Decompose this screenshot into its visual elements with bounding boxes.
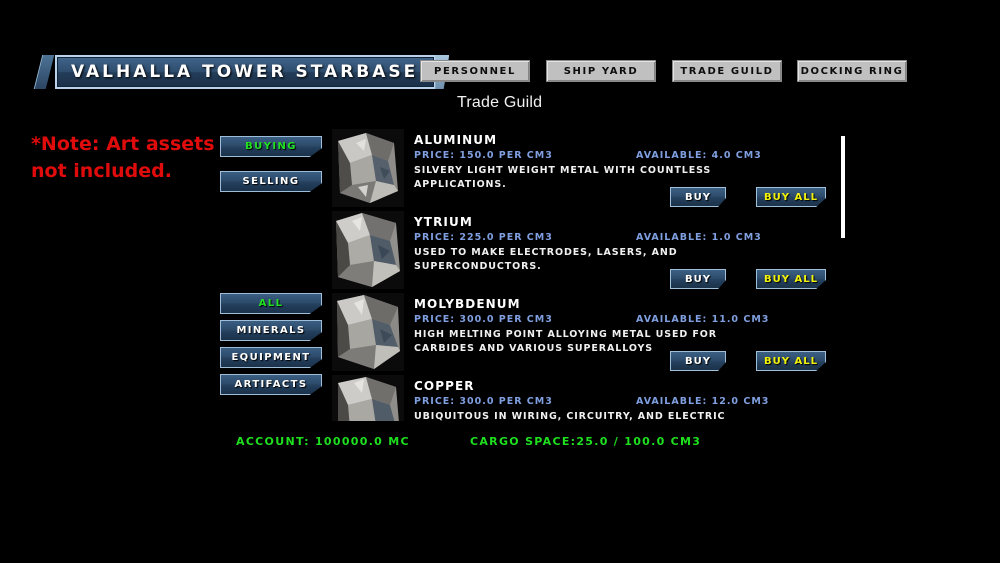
category-label-equipment: EQUIPMENT: [231, 352, 311, 363]
item-available: AVAILABLE: 4.0 CM3: [636, 150, 762, 161]
nav-button-ship-yard[interactable]: SHIP YARD: [546, 60, 656, 82]
trade-item-list[interactable]: ALUMINUM PRICE: 150.0 PER CM3 AVAILABLE:…: [332, 129, 832, 421]
trade-item-row[interactable]: ALUMINUM PRICE: 150.0 PER CM3 AVAILABLE:…: [332, 129, 832, 211]
trade-item-body: MOLYBDENUM PRICE: 300.0 PER CM3 AVAILABL…: [404, 293, 832, 375]
item-price: PRICE: 300.0 PER CM3: [414, 396, 553, 407]
mineral-rock-thumbnail: [332, 211, 404, 289]
nav-button-trade-guild[interactable]: TRADE GUILD: [672, 60, 782, 82]
nav-button-docking-ring[interactable]: DOCKING RING: [797, 60, 907, 82]
trade-item-body: ALUMINUM PRICE: 150.0 PER CM3 AVAILABLE:…: [404, 129, 832, 211]
trade-item-row[interactable]: MOLYBDENUM PRICE: 300.0 PER CM3 AVAILABL…: [332, 293, 832, 375]
trade-item-row[interactable]: COPPER PRICE: 300.0 PER CM3 AVAILABLE: 1…: [332, 375, 832, 421]
mineral-rock-thumbnail: [332, 129, 404, 207]
mode-label-selling: SELLING: [242, 176, 300, 187]
trade-item-body: COPPER PRICE: 300.0 PER CM3 AVAILABLE: 1…: [404, 375, 832, 421]
buy-button[interactable]: BUY: [670, 351, 726, 371]
cargo-space-status: CARGO SPACE:25.0 / 100.0 CM3: [470, 435, 702, 448]
nav-label-personnel: PERSONNEL: [434, 65, 516, 77]
item-name: YTRIUM: [414, 215, 473, 229]
page-title: Trade Guild: [457, 94, 543, 111]
mode-button-selling[interactable]: SELLING: [220, 171, 322, 192]
nav-label-ship-yard: SHIP YARD: [563, 65, 639, 77]
item-actions: BUY BUY ALL: [670, 351, 826, 371]
game-screen: VALHALLA TOWER STARBASE PERSONNEL SHIP Y…: [0, 0, 1000, 563]
item-name: ALUMINUM: [414, 133, 498, 147]
banner-plate: VALHALLA TOWER STARBASE: [55, 55, 437, 89]
category-button-all[interactable]: ALL: [220, 293, 322, 314]
item-price: PRICE: 225.0 PER CM3: [414, 232, 553, 243]
item-name: MOLYBDENUM: [414, 297, 521, 311]
item-actions: BUY BUY ALL: [670, 187, 826, 207]
starbase-banner: VALHALLA TOWER STARBASE: [33, 55, 450, 89]
nav-button-personnel[interactable]: PERSONNEL: [420, 60, 530, 82]
account-balance: ACCOUNT: 100000.0 MC: [236, 435, 410, 448]
mode-label-buying: BUYING: [245, 141, 297, 152]
mode-button-buying[interactable]: BUYING: [220, 136, 322, 157]
item-actions: BUY BUY ALL: [670, 269, 826, 289]
item-price: PRICE: 150.0 PER CM3: [414, 150, 553, 161]
item-available: AVAILABLE: 12.0 CM3: [636, 396, 770, 407]
item-meta: PRICE: 225.0 PER CM3 AVAILABLE: 1.0 CM3: [414, 230, 832, 246]
category-button-minerals[interactable]: MINERALS: [220, 320, 322, 341]
item-list-scrollbar[interactable]: [839, 133, 847, 241]
buy-all-button[interactable]: BUY ALL: [756, 187, 826, 207]
category-button-equipment[interactable]: EQUIPMENT: [220, 347, 322, 368]
category-label-all: ALL: [258, 298, 284, 309]
item-meta: PRICE: 300.0 PER CM3 AVAILABLE: 11.0 CM3: [414, 312, 832, 328]
scrollbar-thumb[interactable]: [841, 136, 845, 238]
art-assets-note: *Note: Art assets not included.: [31, 133, 215, 182]
item-price: PRICE: 300.0 PER CM3: [414, 314, 553, 325]
category-label-minerals: MINERALS: [236, 325, 306, 336]
item-available: AVAILABLE: 11.0 CM3: [636, 314, 770, 325]
item-name: COPPER: [414, 379, 475, 393]
item-available: AVAILABLE: 1.0 CM3: [636, 232, 762, 243]
buy-button[interactable]: BUY: [670, 269, 726, 289]
item-meta: PRICE: 150.0 PER CM3 AVAILABLE: 4.0 CM3: [414, 148, 832, 164]
nav-label-docking-ring: DOCKING RING: [800, 65, 904, 77]
mineral-rock-thumbnail: [332, 293, 404, 371]
item-meta: PRICE: 300.0 PER CM3 AVAILABLE: 12.0 CM3: [414, 394, 832, 410]
trade-item-body: YTRIUM PRICE: 225.0 PER CM3 AVAILABLE: 1…: [404, 211, 832, 293]
buy-all-button[interactable]: BUY ALL: [756, 269, 826, 289]
category-label-artifacts: ARTIFACTS: [234, 379, 308, 390]
banner-accent-shape: [33, 55, 55, 89]
buy-button[interactable]: BUY: [670, 187, 726, 207]
category-button-artifacts[interactable]: ARTIFACTS: [220, 374, 322, 395]
item-description: UBIQUITOUS IN WIRING, CIRCUITRY, AND ELE…: [414, 411, 726, 421]
buy-all-button[interactable]: BUY ALL: [756, 351, 826, 371]
trade-item-row[interactable]: YTRIUM PRICE: 225.0 PER CM3 AVAILABLE: 1…: [332, 211, 832, 293]
mineral-rock-thumbnail: [332, 375, 404, 421]
starbase-title: VALHALLA TOWER STARBASE: [71, 62, 419, 82]
nav-label-trade-guild: TRADE GUILD: [680, 65, 774, 77]
